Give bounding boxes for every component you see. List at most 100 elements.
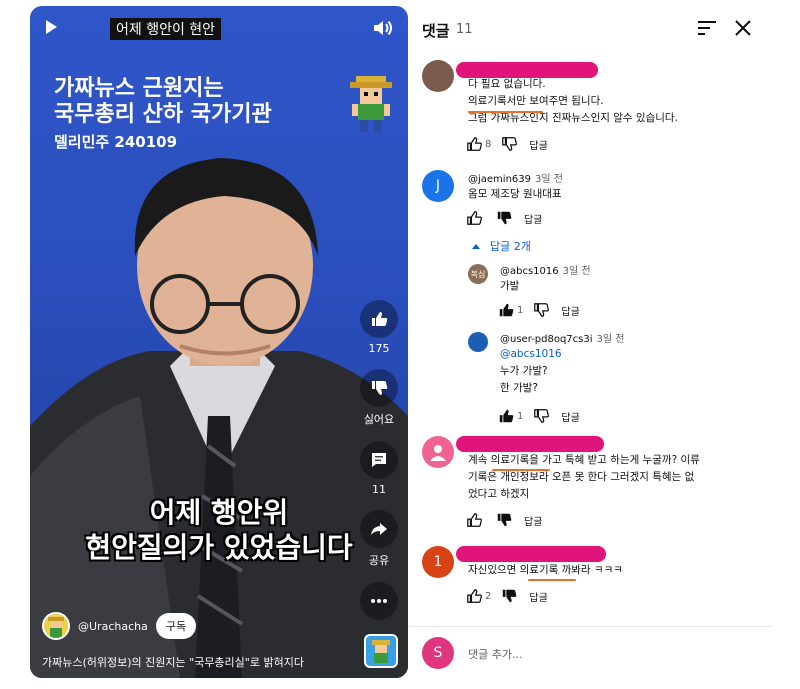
chevron-up-icon bbox=[472, 243, 480, 249]
share-button[interactable] bbox=[360, 510, 398, 548]
reply-avatar[interactable]: 복심 bbox=[468, 264, 488, 284]
sort-icon[interactable] bbox=[698, 20, 716, 36]
current-user-avatar: S bbox=[422, 637, 454, 669]
replies-toggle[interactable]: 답글 2개 bbox=[472, 238, 531, 254]
channel-avatar[interactable] bbox=[42, 612, 70, 640]
video-side-actions: 175 싫어요 11 공유 bbox=[360, 300, 398, 634]
comment-avatar[interactable] bbox=[422, 60, 454, 92]
thumbs-up-icon[interactable] bbox=[466, 136, 482, 152]
redacted-username bbox=[456, 436, 604, 452]
like-count: 1 bbox=[517, 410, 524, 422]
reply-button[interactable]: 답글 bbox=[561, 303, 579, 318]
close-icon[interactable] bbox=[734, 19, 752, 37]
comment-text: 다 필요 없습니다. 의료기록서만 보여주면 됩니다. 그럼 가짜뉴스인지 진짜… bbox=[468, 78, 678, 124]
dislike-label: 싫어요 bbox=[363, 413, 395, 426]
more-button[interactable] bbox=[360, 582, 398, 620]
channel-name[interactable]: @Urachacha bbox=[78, 620, 148, 633]
comment-author[interactable]: @jaemin639 3일 전 bbox=[468, 170, 563, 185]
reply-button[interactable]: 답글 bbox=[524, 513, 542, 528]
reply-author[interactable]: @abcs1016 3일 전 bbox=[500, 262, 591, 277]
highlight-underline bbox=[468, 111, 543, 113]
comment-actions: 2 답글 bbox=[466, 588, 548, 604]
thumbs-down-icon[interactable] bbox=[501, 588, 517, 604]
dislike-action[interactable]: 싫어요 bbox=[360, 369, 398, 427]
comment-avatar[interactable]: J bbox=[422, 170, 454, 202]
share-icon bbox=[371, 523, 387, 535]
thumbs-up-icon[interactable] bbox=[466, 512, 482, 528]
video-headline: 가짜뉴스 근원지는 국무총리 산하 국가기관 델리민주 240109 bbox=[54, 76, 272, 151]
reply-button[interactable]: 답글 bbox=[529, 589, 547, 604]
comment-icon bbox=[372, 453, 386, 467]
headline-line-1: 가짜뉴스 근원지는 bbox=[54, 76, 224, 101]
reply-item: @user-pd8oq7cs3i 3일 전 @abcs1016 누가 가발? 한 … bbox=[410, 330, 772, 424]
comment-thread: 계속 의료기록을 가고 특혜 받고 하는게 누굴까? 이류 기록은 개인정보라 … bbox=[410, 434, 772, 530]
dislike-button[interactable] bbox=[360, 369, 398, 407]
comments-title: 댓글 bbox=[422, 22, 450, 40]
comment-thread: 다 필요 없습니다. 의료기록서만 보여주면 됩니다. 그럼 가짜뉴스인지 진짜… bbox=[410, 60, 772, 160]
thumbs-up-icon[interactable] bbox=[466, 588, 482, 604]
add-comment-input[interactable]: 댓글 추가... bbox=[468, 646, 522, 662]
comment-count: 11 bbox=[372, 483, 386, 496]
comment-actions: 답글 bbox=[466, 512, 542, 528]
reply-button[interactable]: 답글 bbox=[524, 211, 542, 226]
video-caption-line-2: 현안질의가 있었습니다 bbox=[85, 531, 353, 564]
comment-avatar[interactable]: 1 bbox=[422, 546, 454, 578]
mention-link[interactable]: @abcs1016 bbox=[500, 348, 562, 360]
reply-avatar[interactable] bbox=[468, 332, 488, 352]
comment-actions: 8 답글 bbox=[466, 136, 548, 152]
highlight-underline bbox=[492, 469, 550, 471]
comment-actions: 답글 bbox=[466, 210, 542, 226]
thumbs-up-icon[interactable] bbox=[466, 210, 482, 226]
comments-count: 11 bbox=[456, 22, 473, 37]
reply-author[interactable]: @user-pd8oq7cs3i 3일 전 bbox=[500, 330, 624, 345]
reply-text: 가발 bbox=[500, 280, 520, 292]
play-icon[interactable] bbox=[46, 20, 57, 34]
thumbs-down-icon[interactable] bbox=[496, 512, 512, 528]
shorts-video-player[interactable]: 어제 행안이 현안 가짜뉴스 근원지는 국무총리 산하 국가기관 델리민주 24… bbox=[30, 6, 408, 678]
comment-avatar[interactable] bbox=[422, 436, 454, 468]
like-count: 175 bbox=[368, 342, 390, 355]
speaker-photo bbox=[30, 158, 408, 678]
pixel-farmer-icon bbox=[350, 76, 392, 132]
like-action[interactable]: 175 bbox=[360, 300, 398, 355]
thumbs-down-icon bbox=[372, 381, 388, 395]
more-dots-icon bbox=[371, 599, 387, 603]
comment-button[interactable] bbox=[360, 441, 398, 479]
redacted-username bbox=[456, 546, 606, 562]
video-description[interactable]: 가짜뉴스(허위정보)의 진원지는 "국무총리실"로 밝혀지다 bbox=[42, 654, 304, 670]
like-button[interactable] bbox=[360, 300, 398, 338]
comment-action[interactable]: 11 bbox=[360, 441, 398, 496]
comments-header: 댓글 11 bbox=[410, 6, 772, 50]
screenshot-frame: 어제 행안이 현안 가짜뉴스 근원지는 국무총리 산하 국가기관 델리민주 24… bbox=[0, 0, 800, 689]
thumbs-up-icon[interactable] bbox=[498, 302, 514, 318]
comment-text: 계속 의료기록을 가고 특혜 받고 하는게 누굴까? 이류 기록은 개인정보라 … bbox=[468, 454, 700, 500]
share-action[interactable]: 공유 bbox=[360, 510, 398, 568]
channel-row: @Urachacha 구독 bbox=[42, 612, 197, 640]
thumbs-down-icon[interactable] bbox=[496, 210, 512, 226]
thumbs-up-icon[interactable] bbox=[498, 408, 514, 424]
comment-thread: J @jaemin639 3일 전 옴모 제조당 원내대표 답글 답글 2개 bbox=[410, 170, 772, 260]
comments-panel: 댓글 11 다 필요 없습니다. 의료기록서만 보여주면 됩니다. 그럼 가짜뉴… bbox=[410, 6, 772, 678]
sound-thumbnail[interactable] bbox=[364, 634, 398, 668]
comment-text: 옴모 제조당 원내대표 bbox=[468, 188, 562, 200]
thumbs-down-icon[interactable] bbox=[533, 408, 550, 424]
farmer-avatar-icon bbox=[48, 617, 64, 638]
thumbs-up-icon bbox=[372, 312, 388, 326]
reply-text: @abcs1016 누가 가발? 한 가발? bbox=[500, 348, 562, 394]
comment-thread: 1 자신있으면 의료기록 까봐라 ㅋㅋㅋ 2 답글 bbox=[410, 544, 772, 608]
like-count: 8 bbox=[485, 138, 492, 150]
farmer-sound-icon bbox=[372, 640, 390, 663]
reply-button[interactable]: 답글 bbox=[561, 409, 579, 424]
reply-actions: 1 답글 bbox=[498, 302, 580, 318]
comment-composer: S 댓글 추가... bbox=[410, 626, 772, 678]
thumbs-down-icon[interactable] bbox=[533, 302, 550, 318]
volume-icon[interactable] bbox=[372, 18, 394, 38]
more-action[interactable] bbox=[360, 582, 398, 620]
reply-item: 복심 @abcs1016 3일 전 가발 1 답글 bbox=[410, 262, 772, 322]
subscribe-button[interactable]: 구독 bbox=[155, 613, 197, 639]
reply-button[interactable]: 답글 bbox=[529, 137, 547, 152]
thumbs-down-icon[interactable] bbox=[501, 136, 518, 152]
default-user-icon bbox=[430, 445, 446, 461]
video-title: 어제 행안이 현안 bbox=[110, 18, 222, 40]
replies-toggle-label: 답글 2개 bbox=[490, 240, 531, 253]
